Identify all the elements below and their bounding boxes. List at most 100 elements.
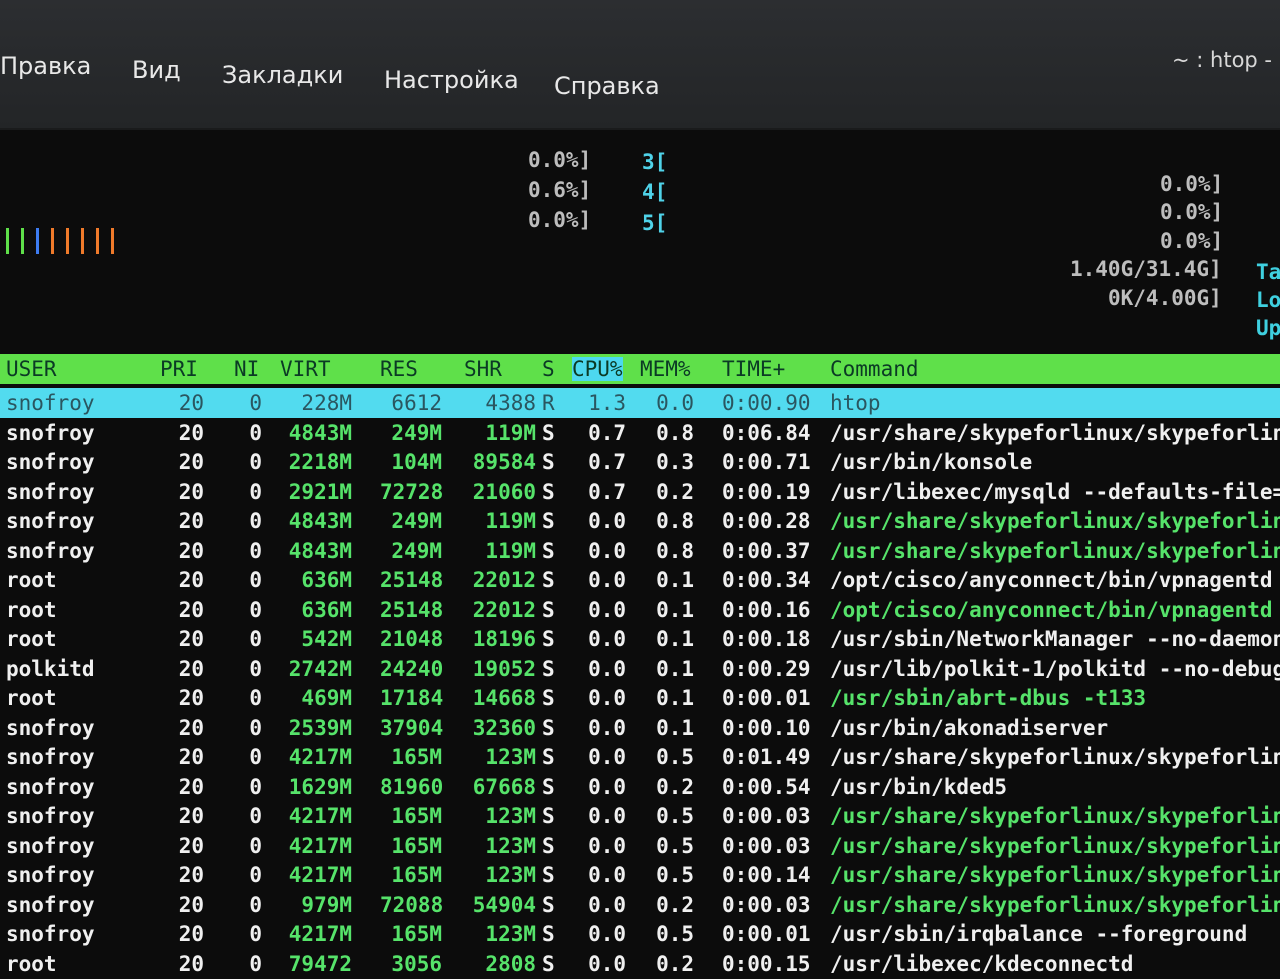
col-command: /usr/bin/akonadiserver bbox=[830, 715, 1109, 740]
col-shr: 123M bbox=[485, 804, 536, 828]
col-state: S bbox=[542, 922, 555, 946]
col-ni: 0 bbox=[249, 804, 262, 828]
cpu-bar-segment bbox=[66, 228, 69, 254]
col-user: polkitd bbox=[6, 656, 95, 681]
menu-view[interactable]: Вид bbox=[132, 56, 181, 84]
column-header-user[interactable]: USER bbox=[6, 357, 57, 381]
table-row[interactable]: snofroy 20 0 4217M 165M 123M S 0.0 0.5 0:00.03/us… bbox=[0, 801, 1280, 831]
cpu-meter-value: 0.0%] bbox=[1160, 172, 1224, 196]
col-mem: 0.8 bbox=[656, 509, 694, 533]
col-cpu: 0.0 bbox=[588, 892, 626, 917]
col-user: snofroy bbox=[6, 479, 95, 504]
col-virt: 79472 bbox=[288, 951, 352, 976]
table-row[interactable]: root 20 0 636M 25148 22012 S 0.0 0.1 0:00.16/opt/… bbox=[0, 595, 1280, 625]
col-cpu: 0.0 bbox=[588, 509, 626, 533]
col-res: 165M bbox=[391, 833, 442, 858]
table-row[interactable]: snofroy 20 0 4843M 249M 119M S 0.7 0.8 0:06.84/us… bbox=[0, 418, 1280, 448]
column-header-cpu[interactable]: CPU% bbox=[572, 357, 623, 381]
table-row-selected[interactable]: snofroy 20 0 228M 6612 4388 R 1.3 0.0 0:00.90 htop bbox=[0, 388, 1280, 418]
col-virt: 4217M bbox=[288, 804, 352, 828]
table-row[interactable]: root 20 0 636M 25148 22012 S 0.0 0.1 0:00.34/opt/… bbox=[0, 565, 1280, 595]
col-state: S bbox=[542, 951, 555, 976]
col-user: snofroy bbox=[6, 715, 95, 740]
column-header-command[interactable]: Command bbox=[830, 357, 919, 381]
col-res: 81960 bbox=[380, 774, 444, 799]
column-header-time[interactable]: TIME+ bbox=[722, 357, 785, 381]
col-command: /usr/share/skypeforlinux/skypeforlinu bbox=[830, 863, 1280, 887]
cpu-meter-value: 0.0%] bbox=[1160, 229, 1224, 253]
menu-settings[interactable]: Настройка bbox=[384, 66, 519, 94]
column-header-res[interactable]: RES bbox=[380, 357, 418, 381]
col-time: 0:00.03 bbox=[722, 833, 811, 858]
table-row[interactable]: snofroy 20 0 4217M 165M 123M S 0.0 0.5 0:01.49/us… bbox=[0, 742, 1280, 772]
col-res: 24240 bbox=[380, 656, 444, 681]
menu-help[interactable]: Справка bbox=[554, 72, 660, 100]
col-time: 0:00.34 bbox=[722, 568, 811, 592]
col-virt: 228M bbox=[301, 391, 352, 415]
col-res: 165M bbox=[391, 863, 442, 887]
menu-bookmarks[interactable]: Закладки bbox=[222, 61, 343, 89]
column-header-pri[interactable]: PRI bbox=[160, 357, 198, 381]
col-ni: 0 bbox=[249, 597, 262, 622]
col-virt: 979M bbox=[301, 892, 352, 917]
table-row[interactable]: root 20 0 542M 21048 18196 S 0.0 0.1 0:00.18/usr/… bbox=[0, 624, 1280, 654]
table-row[interactable]: snofroy 20 0 1629M 81960 67668 S 0.0 0.2 0:00.54 /… bbox=[0, 772, 1280, 802]
col-virt: 4843M bbox=[288, 420, 352, 445]
col-virt: 469M bbox=[301, 686, 352, 710]
col-user: snofroy bbox=[6, 745, 95, 769]
col-user: snofroy bbox=[6, 509, 95, 533]
table-row[interactable]: root 20 0 79472 3056 2808 S 0.0 0.2 0:00.15/usr/l… bbox=[0, 949, 1280, 979]
table-row[interactable]: snofroy 20 0 2218M 104M 89584 S 0.7 0.3 0:00.71/u… bbox=[0, 447, 1280, 477]
col-virt: 4217M bbox=[288, 863, 352, 887]
col-state: S bbox=[542, 509, 555, 533]
col-res: 104M bbox=[391, 450, 442, 474]
col-res: 37904 bbox=[380, 715, 444, 740]
col-shr: 119M bbox=[485, 538, 536, 563]
col-user: snofroy bbox=[6, 892, 95, 917]
column-header-ni[interactable]: NI bbox=[234, 357, 259, 381]
table-row[interactable]: snofroy 20 0 979M 72088 54904 S 0.0 0.2 0:00.03/u… bbox=[0, 890, 1280, 920]
col-ni: 0 bbox=[249, 892, 262, 917]
table-row[interactable]: polkitd 20 0 2742M 24240 19052 S 0.0 0.1 0:00.29 /… bbox=[0, 654, 1280, 684]
col-time: 0:01.49 bbox=[722, 745, 811, 769]
column-header-virt[interactable]: VIRT bbox=[280, 357, 331, 381]
col-pri: 20 bbox=[178, 892, 204, 917]
table-row[interactable]: snofroy 20 0 4843M 249M 119M S 0.0 0.8 0:00.28/us… bbox=[0, 506, 1280, 536]
col-ni: 0 bbox=[249, 420, 262, 445]
col-pri: 20 bbox=[178, 804, 204, 828]
window-title: ~ : htop - bbox=[1172, 48, 1272, 72]
col-ni: 0 bbox=[249, 686, 262, 710]
col-cpu: 0.0 bbox=[588, 863, 626, 887]
col-command: /usr/share/skypeforlinux/skypeforlinu bbox=[830, 833, 1280, 858]
col-state: S bbox=[542, 568, 555, 592]
table-row[interactable]: snofroy 20 0 4217M 165M 123M S 0.0 0.5 0:00.03/us… bbox=[0, 831, 1280, 861]
table-row[interactable]: snofroy 20 0 2921M 72728 21060 S 0.7 0.2 0:00.19 /… bbox=[0, 477, 1280, 507]
col-res: 249M bbox=[391, 420, 442, 445]
col-user: snofroy bbox=[6, 450, 95, 474]
col-res: 249M bbox=[391, 538, 442, 563]
col-pri: 20 bbox=[178, 450, 204, 474]
col-shr: 67668 bbox=[472, 774, 536, 799]
col-ni: 0 bbox=[249, 450, 262, 474]
cpu-meter-value: 0.0%] bbox=[528, 148, 592, 172]
col-command: /usr/share/skypeforlinux/skypeforlinu bbox=[830, 892, 1280, 917]
table-row[interactable]: snofroy 20 0 4217M 165M 123M S 0.0 0.5 0:00.01/us… bbox=[0, 919, 1280, 949]
col-shr: 32360 bbox=[472, 715, 536, 740]
col-ni: 0 bbox=[249, 745, 262, 769]
col-virt: 4843M bbox=[288, 538, 352, 563]
col-user: snofroy bbox=[6, 833, 95, 858]
col-ni: 0 bbox=[249, 656, 262, 681]
column-header-shr[interactable]: SHR bbox=[464, 357, 502, 381]
col-res: 165M bbox=[391, 745, 442, 769]
column-header-state[interactable]: S bbox=[542, 357, 555, 381]
table-row[interactable]: root 20 0 469M 17184 14668 S 0.0 0.1 0:00.01/usr/… bbox=[0, 683, 1280, 713]
col-user: root bbox=[6, 597, 57, 622]
column-header-mem[interactable]: MEM% bbox=[640, 357, 691, 381]
table-row[interactable]: snofroy 20 0 2539M 37904 32360 S 0.0 0.1 0:00.10 /… bbox=[0, 713, 1280, 743]
col-mem: 0.2 bbox=[656, 774, 694, 799]
col-virt: 636M bbox=[301, 568, 352, 592]
col-res: 17184 bbox=[380, 686, 444, 710]
table-row[interactable]: snofroy 20 0 4843M 249M 119M S 0.0 0.8 0:00.37/us… bbox=[0, 536, 1280, 566]
menu-edit[interactable]: Правка bbox=[0, 52, 91, 80]
table-row[interactable]: snofroy 20 0 4217M 165M 123M S 0.0 0.5 0:00.14/us… bbox=[0, 860, 1280, 890]
